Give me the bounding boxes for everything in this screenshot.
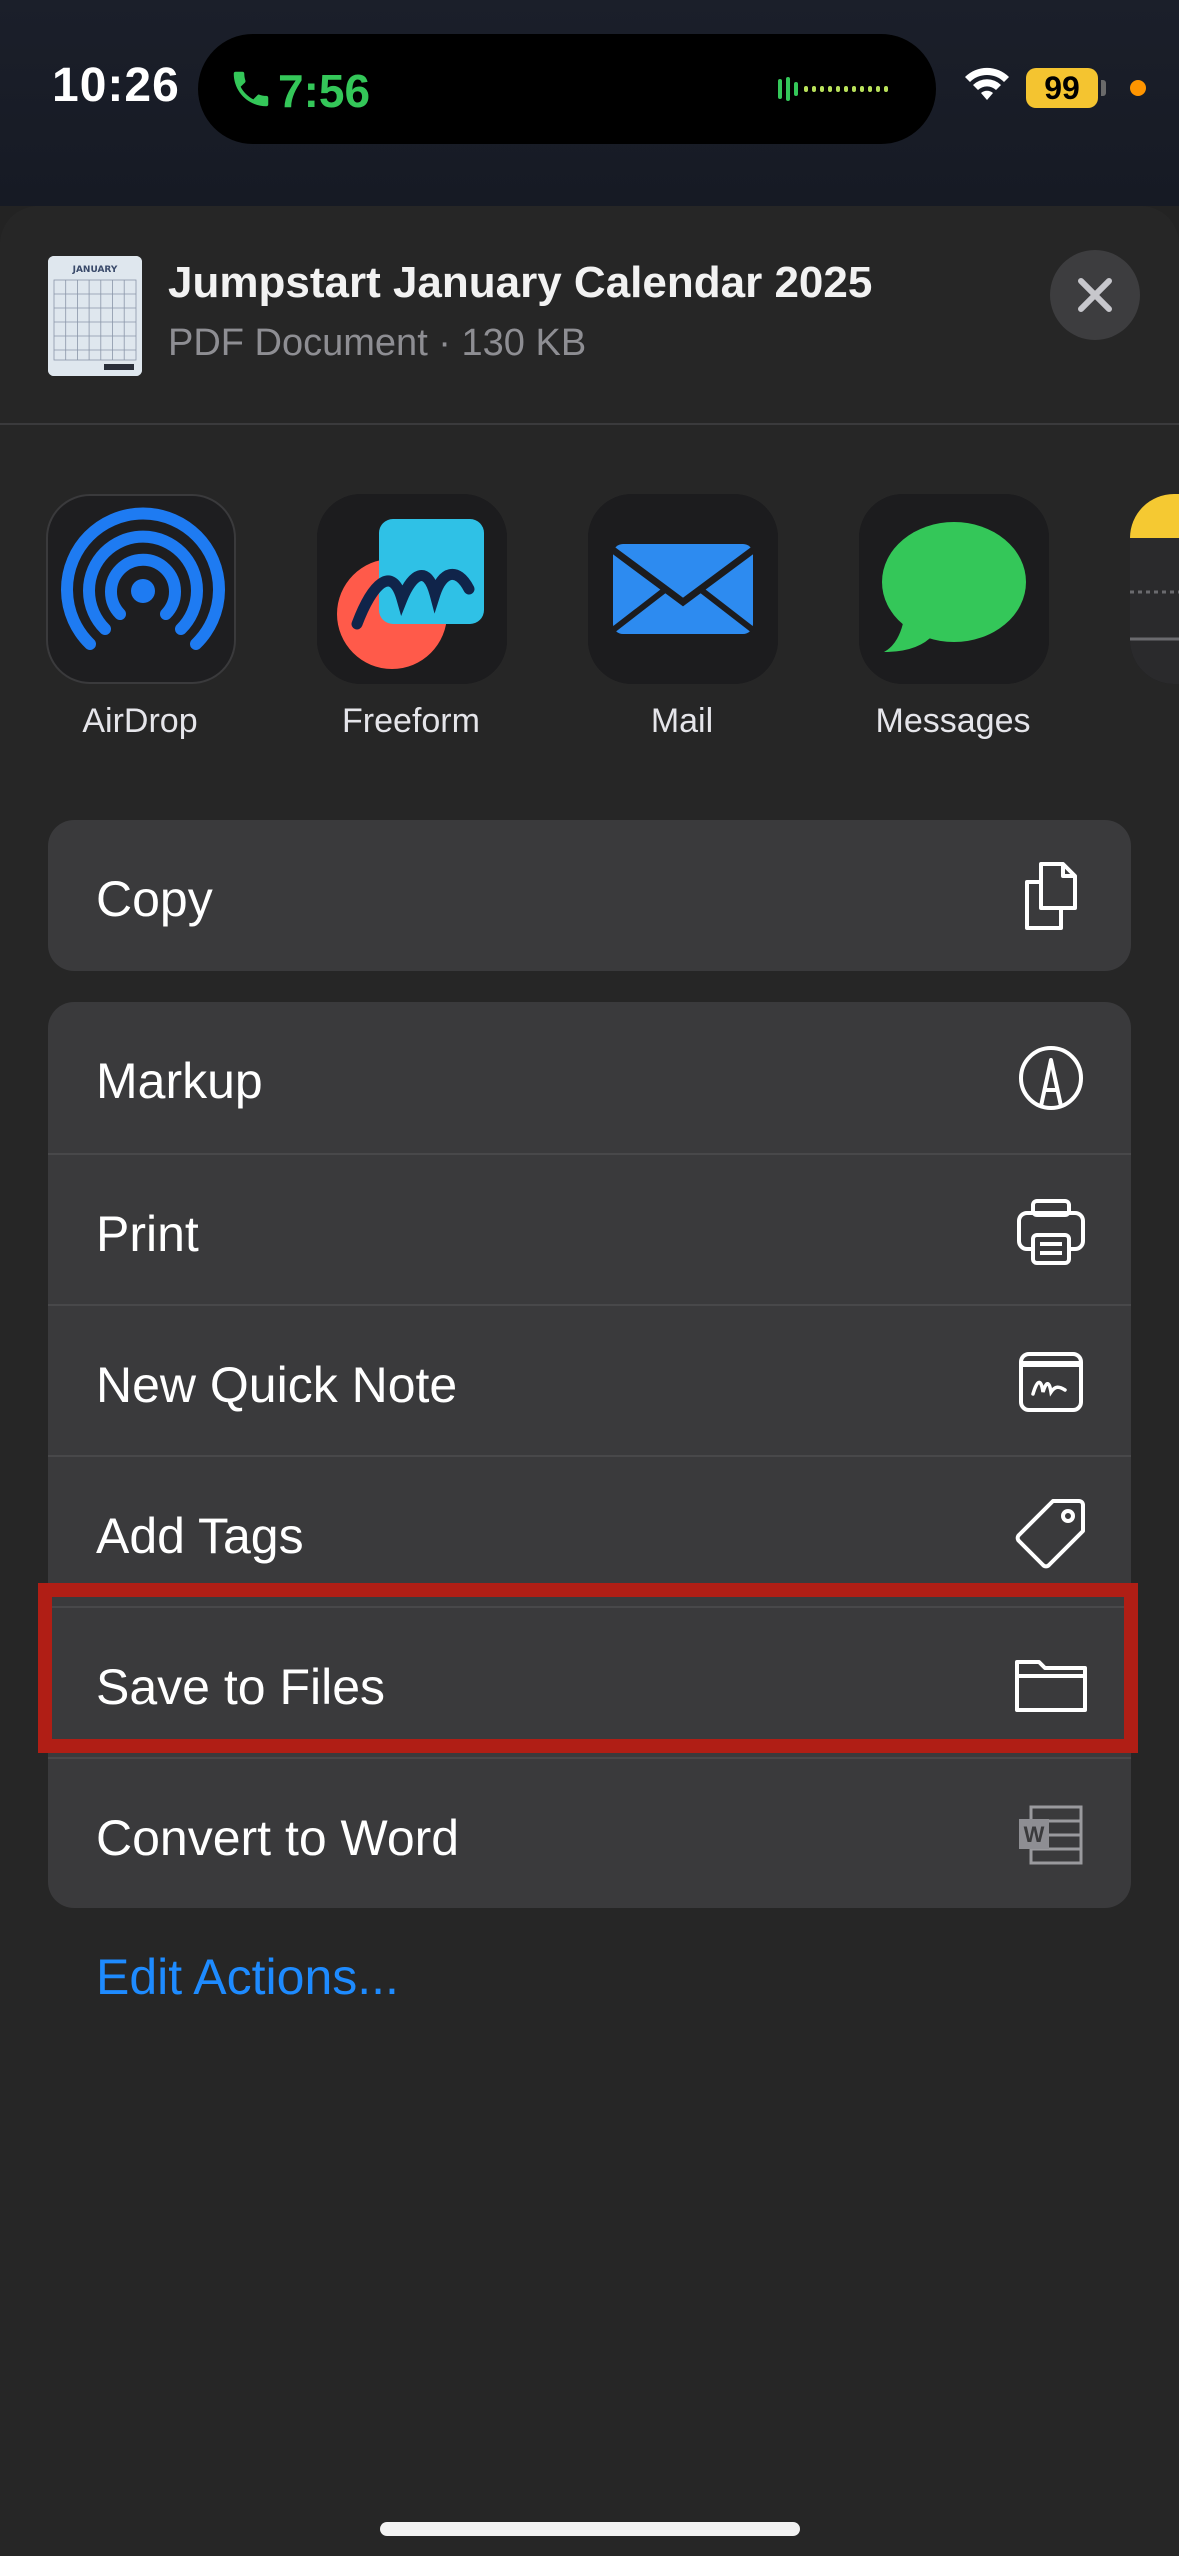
action-label: Convert to Word	[96, 1810, 460, 1866]
app-label-messages: Messages	[875, 702, 1031, 740]
privacy-indicator-dot	[1130, 80, 1146, 96]
phone-icon	[233, 71, 269, 107]
audio-waveform-icon	[778, 77, 888, 101]
document-subtitle: PDF Document · 130 KB	[168, 322, 587, 364]
share-sheet-screen: 10:26 7:56 99 JANUARY Jumpstart January …	[0, 0, 1179, 2556]
calendar-preview-icon: JANUARY	[48, 256, 142, 376]
action-new-quick-note[interactable]: New Quick Note	[48, 1304, 1131, 1455]
action-label: New Quick Note	[96, 1357, 458, 1413]
action-add-tags[interactable]: Add Tags	[48, 1455, 1131, 1606]
app-label-freeform: Freeform	[342, 702, 480, 740]
mail-icon	[588, 494, 778, 684]
notes-icon	[1130, 494, 1179, 684]
share-sheet: JANUARY Jumpstart January Calendar 2025 …	[0, 206, 1179, 2556]
action-markup[interactable]: Markup	[48, 1002, 1131, 1153]
svg-text:W: W	[1024, 1822, 1045, 1847]
printer-icon	[1011, 1191, 1091, 1271]
app-messages[interactable]: Messages	[853, 466, 1053, 740]
word-icon: W	[1011, 1795, 1091, 1875]
quick-note-icon	[1011, 1342, 1091, 1422]
tag-icon	[1011, 1493, 1091, 1573]
wifi-icon	[965, 67, 1009, 100]
action-label: Copy	[96, 871, 213, 927]
airdrop-icon	[46, 494, 236, 684]
action-label: Print	[96, 1206, 199, 1262]
home-indicator[interactable]	[380, 2522, 800, 2536]
share-sheet-header: JANUARY Jumpstart January Calendar 2025 …	[0, 206, 1179, 425]
header-divider	[0, 423, 1179, 425]
app-label-mail: Mail	[650, 702, 714, 740]
primary-actions-group: Copy	[48, 820, 1131, 971]
action-copy[interactable]: Copy	[48, 820, 1131, 971]
close-icon	[1078, 278, 1112, 312]
dynamic-island-call[interactable]: 7:56	[198, 34, 936, 144]
messages-icon	[859, 494, 1049, 684]
document-title: Jumpstart January Calendar 2025	[168, 258, 873, 307]
copy-icon	[1011, 856, 1091, 936]
status-bar: 10:26 7:56 99	[0, 0, 1179, 206]
folder-icon	[1011, 1644, 1091, 1724]
status-time: 10:26	[52, 59, 180, 112]
freeform-icon	[317, 494, 507, 684]
edit-actions-link[interactable]: Edit Actions...	[96, 1948, 399, 2006]
app-mail[interactable]: Mail	[582, 466, 782, 740]
markup-icon	[1011, 1038, 1091, 1118]
action-label: Save to Files	[96, 1659, 386, 1715]
call-duration: 7:56	[278, 65, 371, 117]
action-label: Markup	[96, 1053, 263, 1109]
app-notes[interactable]	[1124, 466, 1179, 706]
thumbnail-month-label: JANUARY	[72, 265, 118, 275]
app-airdrop[interactable]: AirDrop	[40, 466, 240, 740]
action-save-to-files[interactable]: Save to Files	[48, 1606, 1131, 1757]
app-freeform[interactable]: Freeform	[311, 466, 511, 740]
close-button[interactable]	[1050, 250, 1140, 340]
actions-group: Markup Print New Quick Note Add Tags Sav…	[48, 1002, 1131, 1908]
document-thumbnail: JANUARY	[48, 256, 142, 376]
battery-cap	[1101, 80, 1106, 96]
app-share-row[interactable]: AirDrop Freeform Mail Messages	[0, 466, 1179, 766]
action-convert-to-word[interactable]: Convert to Word W	[48, 1757, 1131, 1908]
battery-indicator: 99	[1026, 68, 1098, 108]
app-label-airdrop: AirDrop	[82, 702, 198, 740]
action-label: Add Tags	[96, 1508, 304, 1564]
action-print[interactable]: Print	[48, 1153, 1131, 1304]
